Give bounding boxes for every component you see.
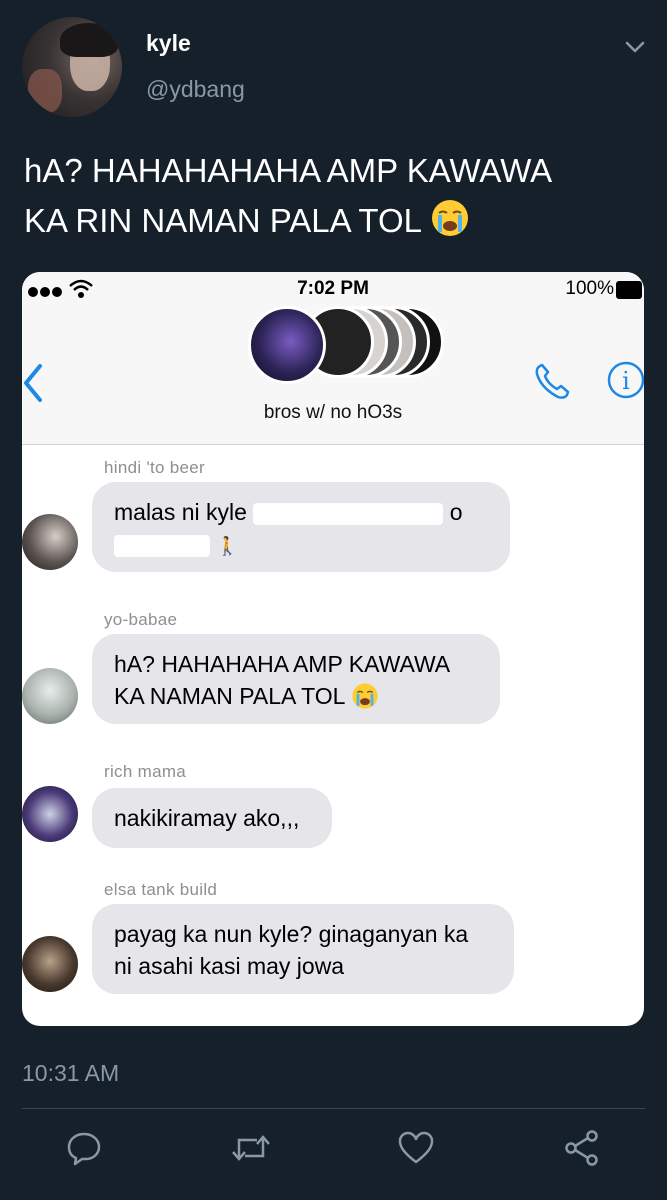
message-text: hA? HAHAHAHA AMP KAWAWA <box>114 651 451 677</box>
tweet-timestamp[interactable]: 10:31 AM <box>22 1060 119 1087</box>
author-avatar[interactable] <box>22 17 122 117</box>
sender-name: hindi 'to beer <box>104 458 206 477</box>
tweet-text-line2: KA RIN NAMAN PALA TOL <box>24 202 421 239</box>
retweet-icon[interactable] <box>229 1128 273 1173</box>
info-icon[interactable]: i <box>606 360 644 405</box>
message-text: nakikiramay ako,,, <box>114 805 300 831</box>
ios-status-bar: 7:02 PM 100% <box>22 272 644 306</box>
attached-image[interactable]: 7:02 PM 100% bros w/ no hO3s i hindi 'to… <box>22 272 644 1026</box>
heart-icon[interactable] <box>396 1128 436 1173</box>
message-text-tail: o <box>449 499 463 525</box>
author-handle[interactable]: @ydbang <box>146 76 245 103</box>
reply-icon[interactable] <box>64 1128 104 1173</box>
status-time: 7:02 PM <box>297 278 369 299</box>
sender-avatar[interactable] <box>22 668 78 724</box>
sender-name: elsa tank build <box>104 880 218 899</box>
crying-face-emoji-icon <box>351 682 379 718</box>
svg-text:i: i <box>622 367 630 395</box>
crying-face-emoji-icon <box>430 198 470 252</box>
message-bubble[interactable]: nakikiramay ako,,, <box>92 788 332 848</box>
message-bubble[interactable]: payag ka nun kyle? ginaganyan ka ni asah… <box>92 904 514 994</box>
tweet-text-line1: hA? HAHAHAHAHA AMP KAWAWA <box>24 152 553 189</box>
share-icon[interactable] <box>562 1128 602 1173</box>
sender-name: yo-babae <box>104 610 178 629</box>
sender-name: rich mama <box>104 762 187 781</box>
redacted-text <box>114 534 210 557</box>
message-bubble[interactable]: malas ni kyle o 🚶 <box>92 482 510 572</box>
message-text: KA NAMAN PALA TOL <box>114 683 345 709</box>
author-display-name[interactable]: kyle <box>146 30 191 57</box>
sender-avatar[interactable] <box>22 786 78 842</box>
divider <box>22 1108 645 1109</box>
conversation-header: bros w/ no hO3s i <box>22 306 644 445</box>
redacted-text <box>253 502 444 525</box>
phone-icon[interactable] <box>530 360 574 409</box>
message-text: payag ka nun kyle? ginaganyan ka <box>114 921 469 947</box>
battery-percentage: 100% <box>565 278 614 299</box>
chevron-down-icon[interactable] <box>620 32 650 62</box>
message-text: malas ni kyle <box>114 499 247 525</box>
person-walking-emoji-icon: 🚶 <box>216 536 239 556</box>
group-avatar-stack[interactable] <box>248 306 448 390</box>
sender-avatar[interactable] <box>22 936 78 992</box>
message-bubble[interactable]: hA? HAHAHAHA AMP KAWAWA KA NAMAN PALA TO… <box>92 634 500 724</box>
sender-avatar[interactable] <box>22 514 78 570</box>
message-text: ni asahi kasi may jowa <box>114 953 345 979</box>
battery-icon <box>616 281 642 299</box>
tweet-action-bar <box>0 1128 667 1178</box>
tweet-text: hA? HAHAHAHAHA AMP KAWAWA KA RIN NAMAN P… <box>24 146 644 252</box>
